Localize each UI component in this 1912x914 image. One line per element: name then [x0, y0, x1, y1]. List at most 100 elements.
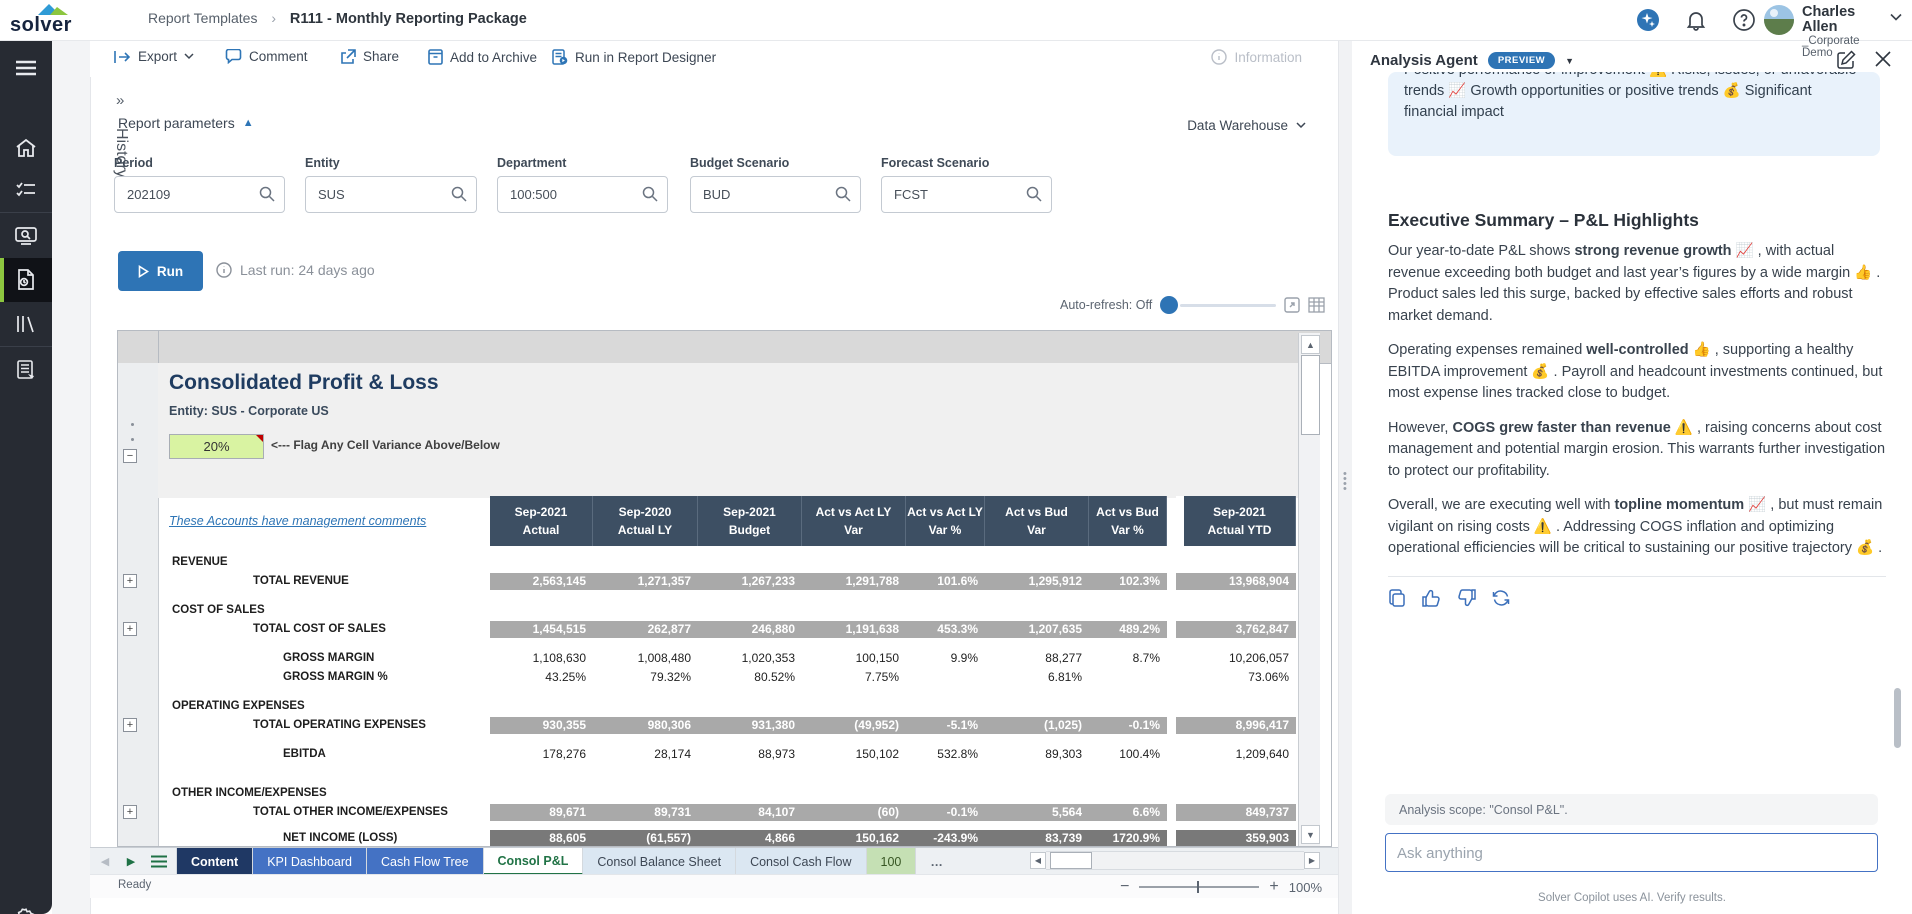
auto-refresh-toggle[interactable]	[1160, 296, 1178, 314]
variance-flag-cell[interactable]: 20%	[169, 434, 264, 459]
help-icon[interactable]	[1732, 8, 1756, 32]
templates-document-icon[interactable]	[0, 350, 52, 390]
grid-vertical-scrollbar[interactable]: ▲ ▼	[1298, 333, 1320, 846]
report-parameters-toggle[interactable]: Report parameters ▲	[118, 115, 254, 131]
breadcrumb-root[interactable]: Report Templates	[148, 10, 257, 26]
tasks-checklist-icon[interactable]	[0, 170, 52, 210]
column-header[interactable]: Act vs Act LYVar	[802, 496, 906, 546]
expand-group-button[interactable]: +	[123, 574, 137, 588]
add-to-archive-button[interactable]: Add to Archive	[428, 49, 537, 65]
expand-group-button[interactable]: +	[123, 622, 137, 636]
hscroll-right-button[interactable]: ▶	[1304, 852, 1320, 869]
run-in-report-designer-button[interactable]: Run in Report Designer	[552, 49, 716, 65]
home-icon[interactable]	[0, 128, 52, 168]
search-icon[interactable]	[451, 186, 467, 202]
user-chevron-down-icon[interactable]	[1890, 13, 1902, 21]
run-button[interactable]: Run	[118, 251, 203, 291]
column-header[interactable]: Sep-2020Actual LY	[593, 496, 698, 546]
copilot-sparkle-icon[interactable]	[1636, 8, 1660, 32]
agent-scrollbar-thumb[interactable]	[1894, 688, 1901, 748]
library-icon[interactable]	[0, 304, 52, 344]
column-header[interactable]: Act vs BudVar	[985, 496, 1089, 546]
collapse-group-button[interactable]: −	[123, 449, 137, 463]
export-button[interactable]: Export	[114, 49, 194, 64]
thumbs-down-icon[interactable]	[1457, 589, 1476, 607]
grid-view-icon[interactable]	[1308, 297, 1325, 313]
search-icon[interactable]	[642, 186, 658, 202]
data-warehouse-dropdown[interactable]: Data Warehouse	[1187, 118, 1306, 133]
share-button[interactable]: Share	[340, 49, 399, 64]
menu-icon[interactable]	[0, 48, 52, 88]
value-cell: 89,303	[985, 745, 1089, 764]
value-cell: 1,020,353	[698, 649, 802, 668]
tab-scroll-right-icon[interactable]: ▶	[120, 848, 142, 875]
scroll-down-button[interactable]: ▼	[1301, 825, 1320, 844]
zoom-slider-track[interactable]	[1139, 886, 1259, 888]
user-info[interactable]: Charles Allen _Corporate Demo	[1802, 5, 1886, 59]
zoom-in-icon[interactable]: +	[1269, 878, 1278, 896]
param-input[interactable]	[115, 177, 259, 212]
hscroll-track[interactable]	[1046, 851, 1304, 870]
regenerate-icon[interactable]	[1492, 589, 1510, 607]
search-icon[interactable]	[1026, 186, 1042, 202]
column-header[interactable]: Sep-2021Actual YTD	[1176, 496, 1296, 546]
expand-group-button[interactable]: +	[123, 718, 137, 732]
archive-icon	[428, 49, 443, 65]
sheet-tab-cash-flow-tree[interactable]: Cash Flow Tree	[367, 848, 484, 875]
search-icon[interactable]	[259, 186, 275, 202]
hscroll-left-button[interactable]: ◀	[1030, 852, 1046, 869]
param-input[interactable]	[498, 177, 642, 212]
column-header[interactable]: Sep-2021Budget	[698, 496, 802, 546]
sheet-tab-content[interactable]: Content	[177, 848, 253, 875]
param-field-department: Department	[497, 156, 668, 213]
avatar[interactable]	[1764, 5, 1794, 35]
settings-gear-icon[interactable]	[0, 898, 52, 914]
column-header[interactable]: Act vs BudVar %	[1089, 496, 1167, 546]
value-cell: 8.7%	[1089, 649, 1167, 668]
scrollbar-thumb[interactable]	[1301, 355, 1320, 435]
ask-anything-input[interactable]	[1386, 834, 1865, 873]
sheet-tab-kpi-dashboard[interactable]: KPI Dashboard	[253, 848, 367, 875]
last-run-status: Last run: 24 days ago	[216, 262, 375, 278]
expand-group-button[interactable]: +	[123, 805, 137, 819]
comment-button[interactable]: Comment	[225, 49, 308, 64]
hscroll-thumb[interactable]	[1050, 852, 1092, 869]
zoom-slider-handle[interactable]	[1197, 881, 1199, 893]
history-collapse-chevrons[interactable]: »	[116, 92, 124, 109]
value-cell: 7.75%	[802, 668, 906, 687]
tab-scroll-left-icon[interactable]: ◀	[90, 848, 120, 875]
agent-dropdown-caret-icon[interactable]: ▼	[1565, 56, 1574, 66]
grid-corner-cell[interactable]	[118, 331, 159, 363]
scroll-up-button[interactable]: ▲	[1301, 335, 1320, 354]
management-comments-link[interactable]: These Accounts have management comments	[169, 496, 426, 546]
copy-icon[interactable]	[1388, 589, 1406, 607]
report-search-icon[interactable]	[0, 216, 52, 256]
sheet-tab-consol-p-l[interactable]: Consol P&L	[484, 848, 584, 875]
information-button[interactable]: Information	[1211, 49, 1302, 65]
resize-handle[interactable]: ••••	[1343, 472, 1347, 492]
value-cell: 931,380	[698, 716, 802, 735]
column-header[interactable]: Sep-2021Actual	[490, 496, 593, 546]
horizontal-scrollbar[interactable]: ◀ ▶	[1030, 852, 1320, 869]
solver-logo[interactable]: solver	[10, 2, 80, 38]
notifications-bell-icon[interactable]	[1684, 8, 1708, 32]
sheet-list-menu-icon[interactable]	[142, 848, 177, 875]
param-input[interactable]	[306, 177, 451, 212]
sheet-tab-consol-cash-flow[interactable]: Consol Cash Flow	[736, 848, 866, 875]
param-input[interactable]	[882, 177, 1026, 212]
sheet-tab-100[interactable]: 100	[867, 848, 917, 875]
popout-icon[interactable]	[1284, 297, 1300, 313]
sheet-tab-consol-balance-sheet[interactable]: Consol Balance Sheet	[583, 848, 736, 875]
param-label: Budget Scenario	[690, 156, 861, 170]
run-label: Run	[157, 264, 183, 279]
param-input[interactable]	[691, 177, 835, 212]
param-label: Forecast Scenario	[881, 156, 1052, 170]
sheet-tab--[interactable]: …	[916, 848, 957, 875]
search-icon[interactable]	[835, 186, 851, 202]
row-label: TOTAL REVENUE	[253, 575, 349, 587]
thumbs-up-icon[interactable]	[1422, 589, 1441, 607]
zoom-out-icon[interactable]: −	[1120, 878, 1129, 896]
value-cell: 13,968,904	[1176, 572, 1296, 591]
column-header[interactable]: Act vs Act LYVar %	[906, 496, 985, 546]
reports-icon-active[interactable]	[0, 258, 52, 302]
